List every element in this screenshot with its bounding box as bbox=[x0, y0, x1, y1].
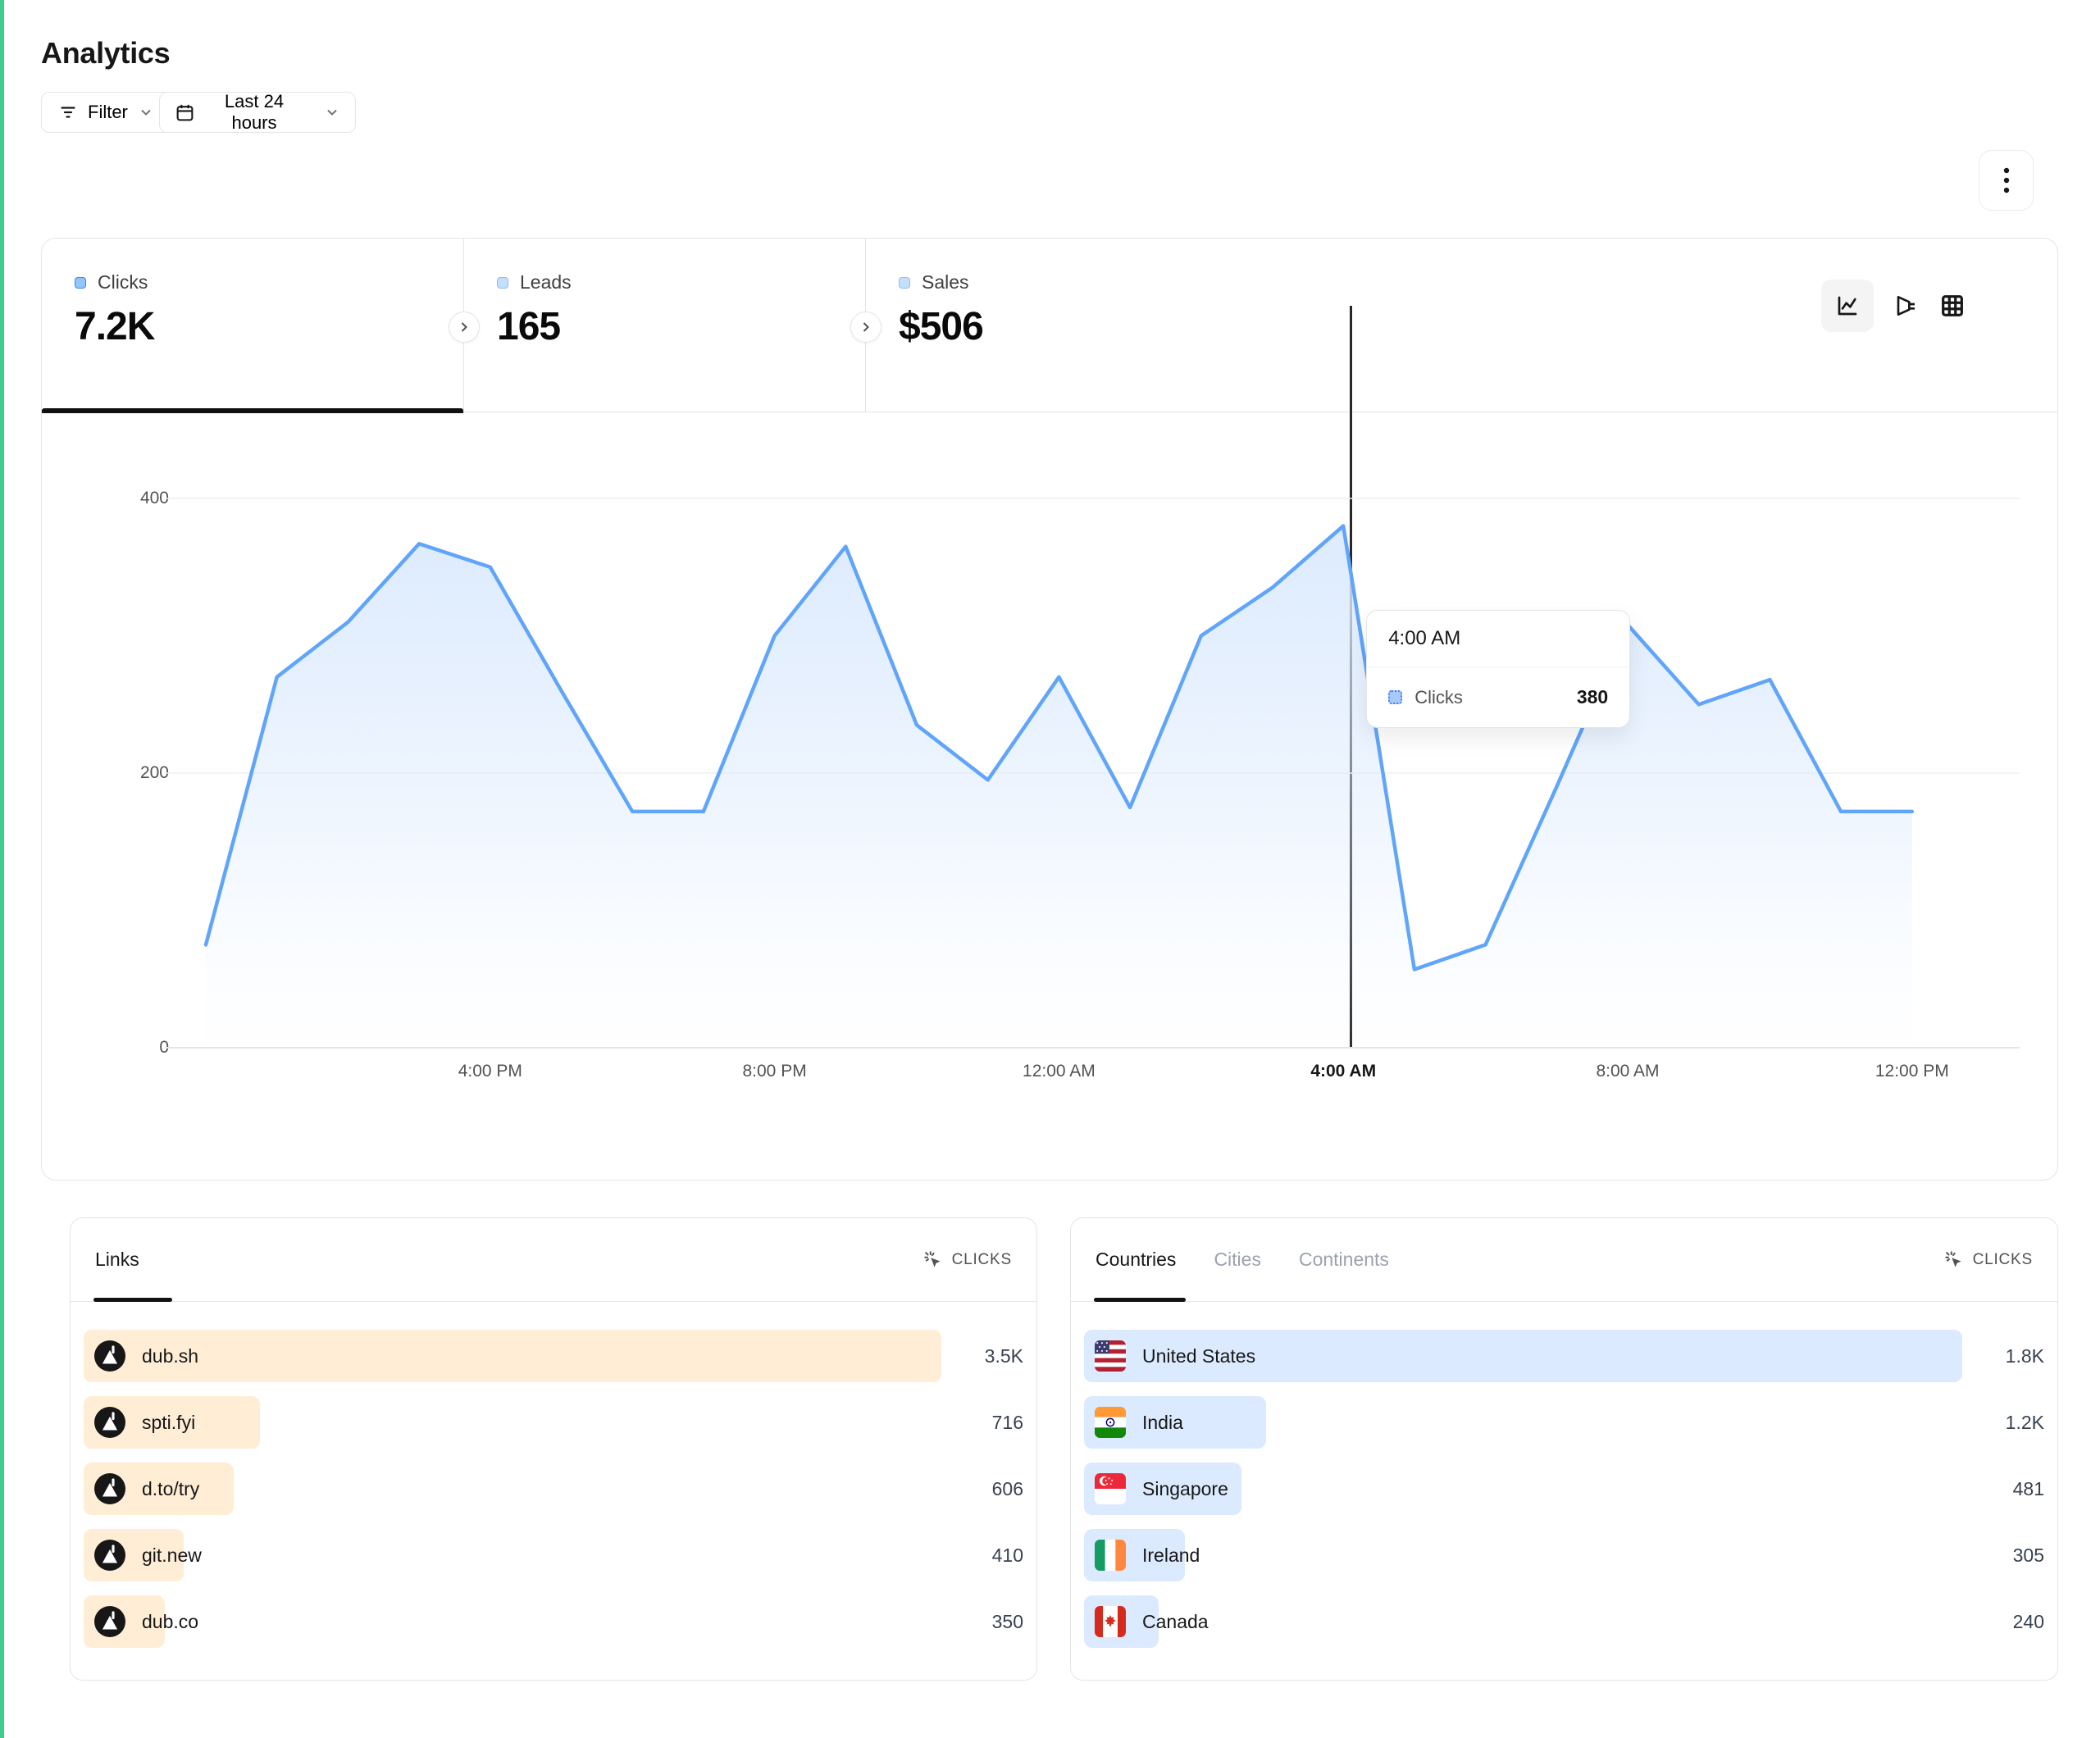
chevron-down-icon bbox=[324, 104, 340, 121]
country-value: 305 bbox=[1962, 1545, 2044, 1567]
cursor-click-icon bbox=[1943, 1249, 1965, 1271]
kebab-icon bbox=[1996, 164, 2017, 197]
filter-button-label: Filter bbox=[88, 102, 128, 123]
cursor-click-icon bbox=[922, 1249, 944, 1271]
link-label: spti.fyi bbox=[142, 1412, 195, 1434]
link-row[interactable]: git.new 410 bbox=[84, 1529, 1023, 1581]
link-value: 716 bbox=[941, 1412, 1023, 1434]
tab-leads[interactable]: Leads 165 bbox=[464, 239, 866, 412]
tooltip-value: 380 bbox=[1577, 686, 1608, 708]
table-icon bbox=[1939, 293, 1966, 319]
link-row[interactable]: d.to/try 606 bbox=[84, 1463, 1023, 1515]
link-label: d.to/try bbox=[142, 1478, 199, 1500]
ca-flag-icon bbox=[1095, 1606, 1126, 1637]
table-view-button[interactable] bbox=[1939, 293, 1966, 319]
calendar-icon bbox=[175, 102, 195, 123]
link-value: 350 bbox=[941, 1611, 1023, 1633]
sales-legend-square bbox=[899, 277, 910, 289]
tooltip-series-label: Clicks bbox=[1414, 687, 1565, 708]
country-row[interactable]: Singapore 481 bbox=[1084, 1463, 2044, 1515]
link-row[interactable]: dub.sh 3.5K bbox=[84, 1330, 1023, 1382]
chevron-down-icon bbox=[138, 104, 154, 121]
links-panel: Links CLICKS dub.sh 3.5K spti.fyi 716 d.to/t… bbox=[70, 1217, 1037, 1681]
chart-type-switcher bbox=[1821, 280, 1966, 332]
funnel-chart-view-button[interactable] bbox=[1893, 293, 1920, 319]
more-options-button[interactable] bbox=[1979, 150, 2034, 211]
tooltip-legend-square bbox=[1388, 690, 1402, 704]
tooltip-time: 4:00 AM bbox=[1367, 611, 1629, 667]
tab-links[interactable]: Links bbox=[95, 1249, 139, 1271]
tab-countries[interactable]: Countries bbox=[1096, 1249, 1176, 1271]
link-label: dub.sh bbox=[142, 1345, 198, 1367]
country-value: 481 bbox=[1962, 1478, 2044, 1500]
links-metric-selector[interactable]: CLICKS bbox=[922, 1249, 1012, 1271]
link-value: 3.5K bbox=[941, 1345, 1023, 1367]
link-value: 410 bbox=[941, 1545, 1023, 1567]
date-range-label: Last 24 hours bbox=[206, 91, 303, 134]
link-label: dub.co bbox=[142, 1611, 198, 1633]
country-label: India bbox=[1142, 1412, 1183, 1434]
countries-list: United States 1.8K India 1.2K Singapore 481 Ir… bbox=[1071, 1302, 2057, 1648]
link-bar bbox=[84, 1330, 941, 1382]
leads-legend-square bbox=[497, 277, 508, 289]
clicks-area-chart[interactable]: 02004004:00 PM8:00 PM12:00 AM4:00 AM8:00… bbox=[42, 412, 2059, 1181]
link-row[interactable]: dub.co 350 bbox=[84, 1595, 1023, 1648]
links-metric-label: CLICKS bbox=[952, 1251, 1012, 1269]
tab-clicks-value: 7.2K bbox=[75, 304, 463, 349]
expand-leads-sales-button[interactable] bbox=[850, 312, 881, 343]
countries-metric-label: CLICKS bbox=[1973, 1251, 2033, 1269]
stats-tab-row: Clicks 7.2K Leads 165 Sales $506 bbox=[42, 239, 2057, 412]
date-range-button[interactable]: Last 24 hours bbox=[159, 92, 356, 133]
dub-logo-icon bbox=[94, 1340, 125, 1372]
link-value: 606 bbox=[941, 1478, 1023, 1500]
window-edge-accent bbox=[0, 0, 4, 1738]
countries-tab-indicator bbox=[1094, 1298, 1186, 1302]
expand-clicks-leads-button[interactable] bbox=[449, 312, 480, 343]
country-label: Singapore bbox=[1142, 1478, 1228, 1500]
funnel-chart-icon bbox=[1893, 293, 1920, 319]
chart-tooltip: 4:00 AM Clicks 380 bbox=[1366, 610, 1630, 728]
country-row[interactable]: Canada 240 bbox=[1084, 1595, 2044, 1648]
filter-button[interactable]: Filter bbox=[41, 92, 171, 133]
tab-continents[interactable]: Continents bbox=[1299, 1249, 1389, 1271]
dub-logo-icon bbox=[94, 1407, 125, 1438]
country-row[interactable]: Ireland 305 bbox=[1084, 1529, 2044, 1581]
ie-flag-icon bbox=[1095, 1540, 1126, 1571]
line-chart-view-button[interactable] bbox=[1821, 280, 1874, 332]
links-tab-indicator bbox=[93, 1298, 172, 1302]
tab-cities[interactable]: Cities bbox=[1214, 1249, 1261, 1271]
tab-clicks[interactable]: Clicks 7.2K bbox=[42, 239, 464, 412]
country-label: Canada bbox=[1142, 1611, 1209, 1633]
in-flag-icon bbox=[1095, 1407, 1126, 1438]
tab-sales-label: Sales bbox=[922, 271, 969, 293]
sg-flag-icon bbox=[1095, 1473, 1126, 1504]
link-row[interactable]: spti.fyi 716 bbox=[84, 1396, 1023, 1449]
area-fill bbox=[206, 526, 1912, 1049]
chart-plot bbox=[42, 412, 2059, 1181]
link-label: git.new bbox=[142, 1545, 202, 1567]
dub-logo-icon bbox=[94, 1606, 125, 1637]
country-row[interactable]: United States 1.8K bbox=[1084, 1330, 2044, 1382]
countries-panel: Countries Cities Continents CLICKS Unite… bbox=[1070, 1217, 2058, 1681]
line-chart-icon bbox=[1834, 293, 1861, 319]
country-value: 240 bbox=[1962, 1611, 2044, 1633]
country-value: 1.8K bbox=[1962, 1345, 2044, 1367]
tab-leads-label: Leads bbox=[520, 271, 572, 293]
country-row[interactable]: India 1.2K bbox=[1084, 1396, 2044, 1449]
tab-leads-value: 165 bbox=[497, 304, 865, 349]
dub-logo-icon bbox=[94, 1473, 125, 1504]
country-value: 1.2K bbox=[1962, 1412, 2044, 1434]
country-label: Ireland bbox=[1142, 1545, 1200, 1567]
analytics-card: Clicks 7.2K Leads 165 Sales $506 bbox=[41, 238, 2058, 1181]
us-flag-icon bbox=[1095, 1340, 1126, 1372]
links-list: dub.sh 3.5K spti.fyi 716 d.to/try 606 git.new 4… bbox=[71, 1302, 1036, 1648]
countries-metric-selector[interactable]: CLICKS bbox=[1943, 1249, 2033, 1271]
dub-logo-icon bbox=[94, 1540, 125, 1571]
tab-clicks-label: Clicks bbox=[98, 271, 148, 293]
clicks-legend-square bbox=[75, 277, 86, 289]
filter-icon bbox=[58, 102, 78, 122]
country-label: United States bbox=[1142, 1345, 1255, 1367]
page-title: Analytics bbox=[41, 36, 170, 71]
